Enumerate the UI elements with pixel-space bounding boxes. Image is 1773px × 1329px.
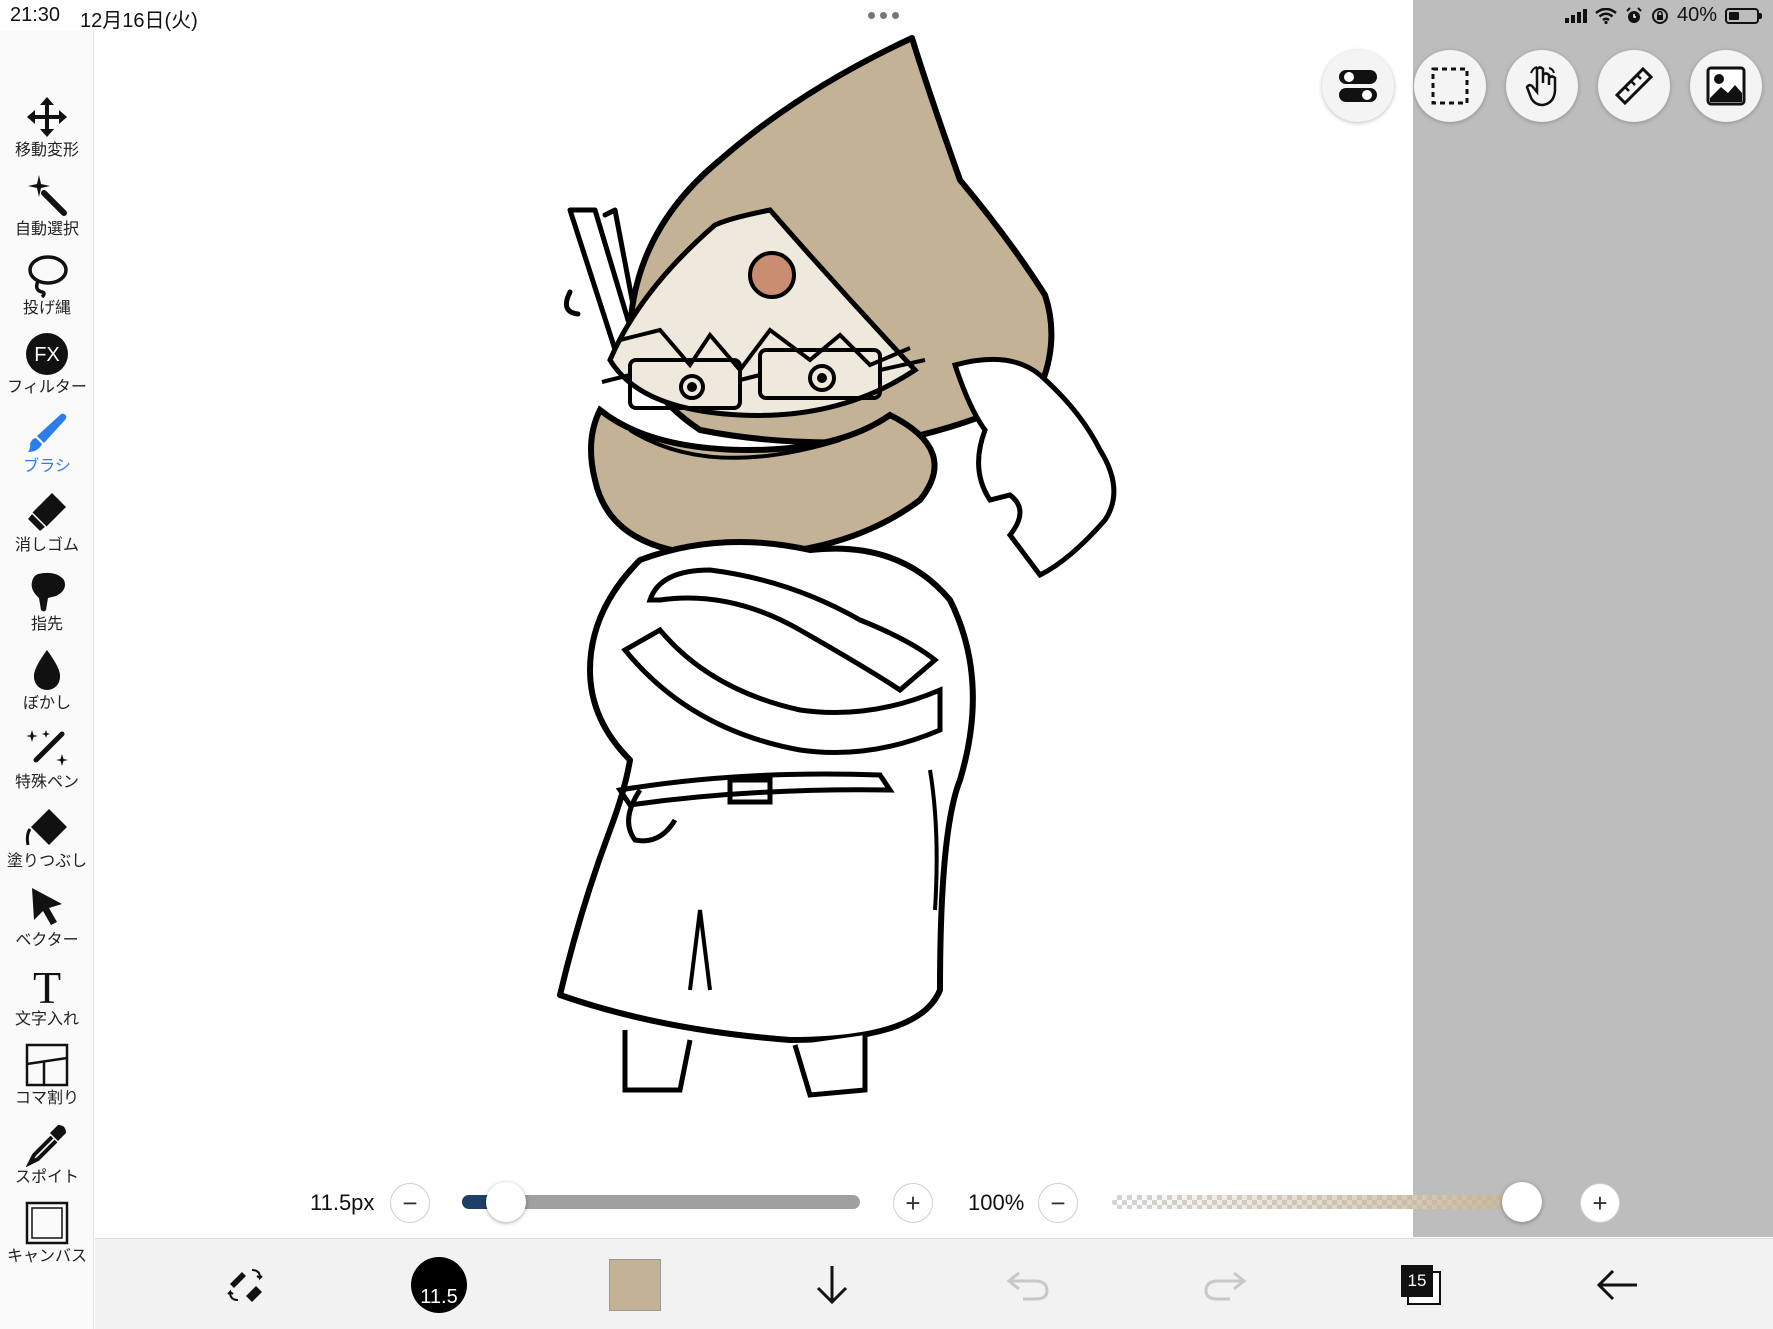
workspace-background [1413,0,1773,1237]
magic-wand-icon [28,175,67,216]
selection-button[interactable] [1414,50,1486,122]
layer-count: 15 [1401,1265,1433,1297]
tool-label: 自動選択 [14,221,79,238]
tool-text[interactable]: T 文字入れ [0,963,94,1037]
smudge-icon [31,572,65,612]
redo-icon [1204,1271,1247,1301]
opacity-decrease-button[interactable]: − [1038,1183,1078,1223]
touch-hand-icon [1525,66,1557,107]
brush-size-label: 11.5px [310,1190,375,1215]
text-icon: T [33,963,61,1009]
canvas-illustration[interactable] [540,30,1230,1170]
tool-lasso[interactable]: 投げ縄 [0,252,94,326]
status-date: 12月16日(火) [80,10,198,32]
fill-bucket-icon [25,809,67,846]
tool-canvas[interactable]: キャンバス [0,1200,94,1274]
toggle-switch-icon [1339,70,1377,102]
panel-divide-icon [25,1043,69,1087]
tool-eraser[interactable]: 消しゴム [0,489,94,563]
tool-label: 塗りつぶし [6,853,88,870]
swap-tool-button[interactable] [215,1257,275,1313]
tool-label: コマ割り [14,1090,79,1107]
layers-button[interactable]: 15 [1391,1257,1451,1313]
move-icon [27,97,67,137]
tool-auto-select[interactable]: 自動選択 [0,173,94,247]
back-button[interactable] [1587,1257,1647,1313]
status-indicators: 40% [1564,4,1762,27]
cellular-signal-icon [1564,8,1587,23]
material-button[interactable] [1690,50,1762,122]
vector-arrow-icon [32,888,62,925]
tool-filter[interactable]: FX フィルター [0,331,94,405]
alarm-icon [1626,6,1642,23]
size-increase-button[interactable]: + [893,1183,933,1223]
svg-text:FX: FX [34,344,60,366]
tool-label: ぼかし [22,695,71,712]
rotation-lock-icon [1651,7,1668,24]
brush-icon [28,413,67,452]
multitasking-dots[interactable] [868,12,899,19]
undo-button[interactable] [998,1257,1058,1313]
tool-move-transform[interactable]: 移動変形 [0,94,94,168]
tool-label: 特殊ペン [14,774,79,791]
redo-button[interactable] [1195,1257,1255,1313]
image-icon [1706,66,1746,106]
tool-vector[interactable]: ベクター [0,884,94,958]
brush-size-slider[interactable] [462,1182,860,1222]
pen-eraser-swap-icon [227,1269,263,1302]
brush-opacity-slider[interactable] [1112,1182,1542,1222]
battery-percent: 40% [1676,4,1717,26]
tool-label: 移動変形 [14,142,79,159]
special-pen-icon [26,730,68,766]
opacity-increase-button[interactable]: + [1580,1183,1620,1223]
ruler-icon [1614,66,1654,106]
eraser-icon [25,493,66,534]
quick-settings-button[interactable] [1322,50,1394,122]
tool-label: 文字入れ [14,1011,79,1028]
brush-size-knob[interactable] [485,1182,526,1222]
arrow-left-icon [1596,1269,1637,1301]
layer-down-button[interactable] [802,1257,862,1313]
selection-icon [1431,67,1469,105]
lasso-icon [28,255,68,298]
tool-fill[interactable]: 塗りつぶし [0,805,94,879]
arrow-down-icon [816,1266,848,1305]
tool-special-pen[interactable]: 特殊ペン [0,726,94,800]
status-time: 21:30 [10,4,61,26]
tool-label: 消しゴム [14,537,79,554]
tool-label: フィルター [7,379,87,396]
blur-drop-icon [33,650,61,690]
tool-brush[interactable]: ブラシ [0,410,94,484]
eyedropper-icon [25,1125,66,1167]
brush-opacity-knob[interactable] [1502,1182,1542,1222]
tool-smudge[interactable]: 指先 [0,568,94,642]
touch-mode-button[interactable] [1506,50,1578,122]
tool-panel-divide[interactable]: コマ割り [0,1042,94,1116]
tool-label: スポイト [14,1169,79,1186]
current-color-swatch [609,1259,661,1311]
brush-size-value: 11.5 [411,1257,467,1313]
tool-label: 投げ縄 [22,300,71,317]
tool-label: ブラシ [23,458,71,475]
wifi-icon [1595,7,1617,24]
canvas-icon [25,1201,69,1245]
svg-text:T: T [33,963,61,1009]
tool-label: キャンバス [6,1248,87,1265]
tool-label: ベクター [15,932,79,949]
tool-palette: 移動変形 自動選択 投げ縄 FX フィルター ブラシ 消しゴム 指先 ぼかし 特… [0,30,94,1329]
ruler-button[interactable] [1598,50,1670,122]
color-button[interactable] [605,1257,665,1313]
tool-label: 指先 [30,616,63,633]
brush-size-button[interactable]: 11.5 [409,1257,469,1313]
tool-eyedropper[interactable]: スポイト [0,1121,94,1195]
bottom-toolbar: 11.5 15 [95,1238,1773,1329]
tool-blur[interactable]: ぼかし [0,647,94,721]
brush-opacity-label: 100% [968,1190,1025,1215]
battery-icon [1725,7,1762,24]
size-decrease-button[interactable]: − [390,1183,430,1223]
layers-icon: 15 [1399,1263,1443,1307]
undo-icon [1006,1271,1049,1301]
fx-icon: FX [26,333,68,375]
